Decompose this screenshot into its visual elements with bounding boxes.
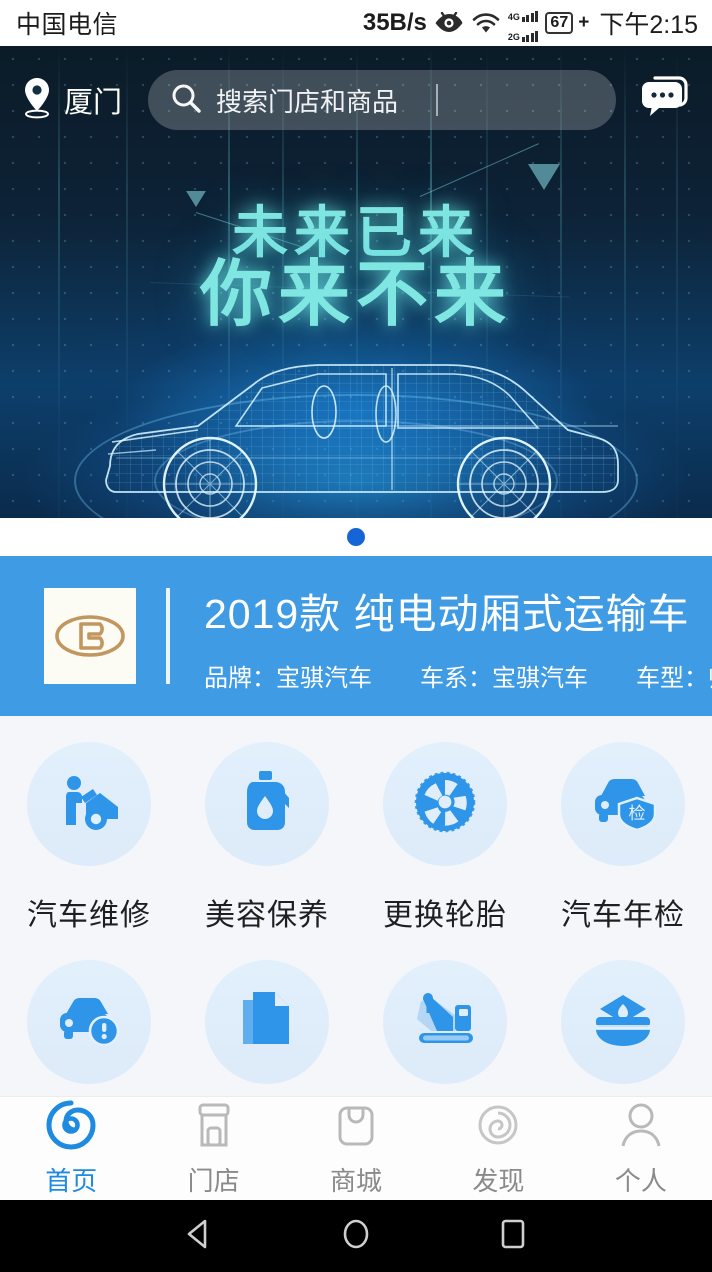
tab-mall[interactable]: 商城 [285, 1100, 427, 1198]
vehicle-title: 2019款 纯电动厢式运输车 [204, 590, 690, 637]
service-icon-bg: 检 [561, 742, 685, 866]
service-item-tire-change[interactable]: 更换轮胎 [356, 742, 534, 934]
tab-discover[interactable]: 发现 [427, 1100, 569, 1198]
store-icon [191, 1100, 237, 1155]
clock-label: 下午2:15 [599, 11, 698, 39]
service-icon-bg [27, 742, 151, 866]
battery-percent-label: 67 [550, 14, 569, 31]
search-caret [436, 84, 439, 116]
shopping-bag-icon [333, 1100, 379, 1155]
service-item-beauty-maintenance[interactable]: 美容保养 [178, 742, 356, 934]
service-item-crane[interactable] [356, 960, 534, 1108]
android-nav-bar [0, 1200, 712, 1272]
vehicle-series: 车系：宝骐汽车 [420, 664, 588, 692]
service-icon-bg [561, 960, 685, 1084]
service-label: 汽车年检 [561, 899, 685, 932]
service-item-car-warning[interactable] [0, 960, 178, 1108]
service-item-documents[interactable] [178, 960, 356, 1108]
service-icon-bg [205, 742, 329, 866]
document-icon [239, 988, 295, 1057]
wireframe-car-image [86, 338, 626, 518]
oil-bottle-icon [239, 770, 295, 839]
service-icon-bg [383, 742, 507, 866]
deco-triangle-left [186, 190, 206, 208]
chat-bubble-icon [639, 74, 691, 127]
chat-button[interactable] [638, 73, 692, 127]
location-selector[interactable]: 厦门 [20, 76, 122, 125]
tire-icon [414, 771, 476, 838]
tab-label: 个人 [614, 1165, 667, 1196]
tab-stores[interactable]: 门店 [142, 1100, 284, 1198]
service-icon-bg [383, 960, 507, 1084]
location-label: 厦门 [64, 87, 123, 119]
signal-4g-label: 4G [507, 12, 520, 22]
vehicle-info-card[interactable]: 2019款 纯电动厢式运输车 品牌：宝骐汽车 车系：宝骐汽车 车型：帅骐 [0, 556, 712, 716]
police-cap-icon [590, 991, 656, 1054]
tab-label: 商城 [330, 1165, 383, 1196]
carousel-pagination[interactable] [0, 518, 712, 556]
car-inspection-icon: 检 [589, 774, 657, 835]
card-divider [166, 588, 170, 684]
status-bar: 中国电信 35B/s 4G 2G 67 + 下午2:15 [0, 0, 712, 46]
tab-label: 首页 [45, 1165, 98, 1196]
service-label: 美容保养 [205, 899, 329, 932]
vehicle-model: 车型：帅骐 [636, 664, 712, 692]
carousel-dot-active[interactable] [347, 528, 365, 546]
service-label: 更换轮胎 [383, 899, 507, 932]
eye-icon [434, 12, 464, 34]
service-label: 汽车维修 [27, 899, 151, 932]
vehicle-details: 2019款 纯电动厢式运输车 品牌：宝骐汽车 车系：宝骐汽车 车型：帅骐 [204, 580, 712, 693]
signal-icon: 4G 2G [508, 4, 539, 42]
home-swirl-icon [46, 1100, 96, 1155]
car-repair-icon [56, 773, 122, 836]
carrier-label: 中国电信 [16, 11, 119, 39]
signal-2g-label: 2G [507, 32, 520, 42]
service-item-police[interactable] [534, 960, 712, 1108]
brand-logo [44, 588, 136, 684]
service-icon-bg [27, 960, 151, 1084]
battery-icon: 67 [545, 12, 574, 34]
home-circle-icon[interactable] [338, 1216, 374, 1257]
network-speed-label: 35B/s [362, 9, 427, 36]
bottom-tab-bar: 首页 门店 商城 发现 个人 [0, 1096, 712, 1200]
crane-icon [411, 991, 479, 1054]
vehicle-brand: 品牌：宝骐汽车 [204, 664, 372, 692]
hero-banner[interactable]: 厦门 搜索门店和商品 未来已来 你来不来 [0, 46, 712, 518]
discover-icon [475, 1100, 521, 1155]
service-row-2 [0, 960, 712, 1108]
car-warning-icon [56, 993, 122, 1052]
wifi-icon [471, 12, 501, 34]
app-header: 厦门 搜索门店和商品 [0, 64, 712, 136]
tab-label: 门店 [187, 1165, 240, 1196]
recents-square-icon[interactable] [495, 1216, 531, 1257]
tab-profile[interactable]: 个人 [570, 1100, 712, 1198]
app-screen: 中国电信 35B/s 4G 2G 67 + 下午2:15 厦门 搜索门店和商品 … [0, 0, 712, 1272]
tab-label: 发现 [472, 1165, 525, 1196]
service-row-1: 汽车维修 美容保养 更换轮胎 检 汽车年检 [0, 742, 712, 934]
search-icon [170, 82, 202, 119]
vehicle-meta: 品牌：宝骐汽车 车系：宝骐汽车 车型：帅骐 [204, 658, 712, 693]
service-item-repair[interactable]: 汽车维修 [0, 742, 178, 934]
search-placeholder: 搜索门店和商品 [216, 86, 399, 117]
tab-home[interactable]: 首页 [0, 1100, 142, 1198]
person-icon [618, 1100, 664, 1155]
service-item-annual-inspection[interactable]: 检 汽车年检 [534, 742, 712, 934]
search-input[interactable]: 搜索门店和商品 [148, 70, 616, 130]
charging-icon: + [578, 12, 590, 33]
service-icon-bg [205, 960, 329, 1084]
deco-triangle-right [528, 164, 560, 190]
hero-headline-line1: 未来已来 [232, 201, 480, 264]
service-grid: 汽车维修 美容保养 更换轮胎 检 汽车年检 [0, 716, 712, 1096]
hero-headline: 未来已来 你来不来 [0, 201, 712, 336]
map-pin-icon [20, 76, 54, 125]
svg-text:检: 检 [629, 804, 646, 823]
hero-headline-line2: 你来不来 [199, 255, 512, 336]
back-triangle-icon[interactable] [181, 1216, 217, 1257]
